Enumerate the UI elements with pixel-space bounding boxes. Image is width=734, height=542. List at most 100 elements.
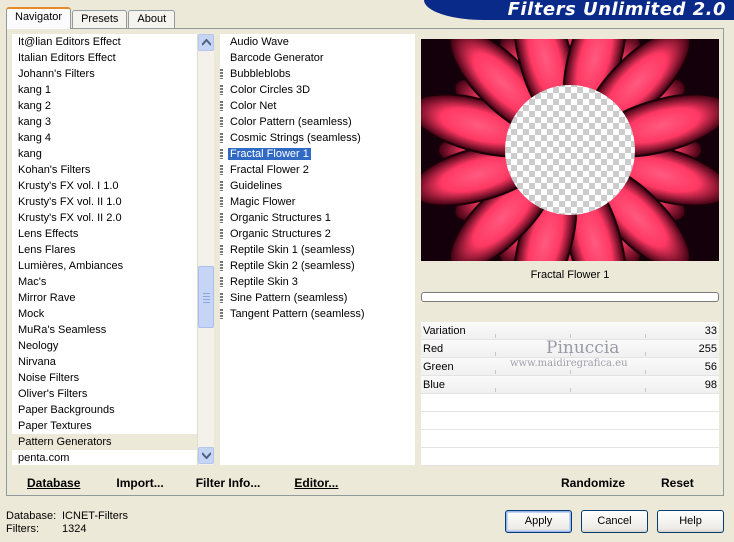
- tab-about[interactable]: About: [128, 10, 176, 29]
- reset-button[interactable]: Reset: [661, 476, 694, 490]
- filter-item[interactable]: Guidelines: [220, 178, 415, 194]
- import-button[interactable]: Import...: [116, 476, 163, 490]
- filter-item[interactable]: Cosmic Strings (seamless): [220, 130, 415, 146]
- category-item[interactable]: Krusty's FX vol. II 2.0: [12, 210, 197, 226]
- category-list[interactable]: It@lian Editors Effect Italian Editors Ef…: [12, 34, 197, 465]
- category-item[interactable]: Krusty's FX vol. I 1.0: [12, 178, 197, 194]
- filter-marker-icon: [220, 309, 223, 319]
- param-value: 255: [698, 343, 717, 355]
- category-item[interactable]: Lumières, Ambiances: [12, 258, 197, 274]
- filter-item[interactable]: Reptile Skin 3: [220, 274, 415, 290]
- database-button[interactable]: Database: [27, 476, 80, 490]
- category-item[interactable]: kang 2: [12, 98, 197, 114]
- category-item[interactable]: Lens Flares: [12, 242, 197, 258]
- param-row-green[interactable]: Green 56: [421, 358, 719, 376]
- scroll-down-button[interactable]: [198, 447, 214, 464]
- param-name: Green: [423, 361, 454, 373]
- filter-item[interactable]: Organic Structures 2: [220, 226, 415, 242]
- filter-label: Barcode Generator: [230, 52, 324, 64]
- banner-title: Filters Unlimited 2.0: [507, 0, 726, 20]
- status-filters-label: Filters:: [6, 523, 39, 535]
- category-item[interactable]: Mock: [12, 306, 197, 322]
- filter-item[interactable]: Reptile Skin 2 (seamless): [220, 258, 415, 274]
- filter-item[interactable]: Sine Pattern (seamless): [220, 290, 415, 306]
- filter-marker-icon: [220, 181, 223, 191]
- filter-item[interactable]: Bubbleblobs: [220, 66, 415, 82]
- category-item[interactable]: Noise Filters: [12, 370, 197, 386]
- category-item[interactable]: kang 4: [12, 130, 197, 146]
- tab-presets[interactable]: Presets: [72, 10, 128, 29]
- filter-marker-icon: [220, 101, 223, 111]
- filter-label: Color Pattern (seamless): [230, 116, 352, 128]
- preview-caption: Fractal Flower 1: [530, 269, 610, 281]
- param-row-blue[interactable]: Blue 98: [421, 376, 719, 394]
- param-row-red[interactable]: Red 255: [421, 340, 719, 358]
- category-item[interactable]: penta.com: [12, 450, 197, 465]
- status-filters-value: 1324: [62, 523, 87, 535]
- navigator-panel: It@lian Editors Effect Italian Editors Ef…: [6, 28, 724, 496]
- filter-item[interactable]: Color Circles 3D: [220, 82, 415, 98]
- filter-item[interactable]: Color Net: [220, 98, 415, 114]
- filter-label: Color Net: [230, 100, 277, 112]
- filter-item[interactable]: Fractal Flower 1: [220, 146, 415, 162]
- category-item[interactable]: Oliver's Filters: [12, 386, 197, 402]
- filter-item[interactable]: Audio Wave: [220, 34, 415, 50]
- category-item[interactable]: kang 3: [12, 114, 197, 130]
- category-item[interactable]: Krusty's FX vol. II 1.0: [12, 194, 197, 210]
- filter-label: Reptile Skin 2 (seamless): [230, 260, 355, 272]
- category-item[interactable]: Kohan's Filters: [12, 162, 197, 178]
- category-item[interactable]: Pattern Generators: [12, 434, 197, 450]
- filter-label: Organic Structures 1: [230, 212, 331, 224]
- category-item[interactable]: Mac's: [12, 274, 197, 290]
- randomize-button[interactable]: Randomize: [561, 476, 625, 490]
- filter-item[interactable]: Tangent Pattern (seamless): [220, 306, 415, 322]
- filter-marker-icon: [220, 133, 223, 143]
- category-item[interactable]: kang: [12, 146, 197, 162]
- category-scrollbar[interactable]: [197, 34, 214, 465]
- filter-item[interactable]: Organic Structures 1: [220, 210, 415, 226]
- param-name: Variation: [423, 325, 466, 337]
- cancel-button[interactable]: Cancel: [581, 510, 648, 533]
- status-database-value: ICNET-Filters: [62, 510, 128, 522]
- scroll-thumb[interactable]: [198, 266, 214, 328]
- category-item[interactable]: Paper Backgrounds: [12, 402, 197, 418]
- category-item[interactable]: Lens Effects: [12, 226, 197, 242]
- category-item[interactable]: kang 1: [12, 82, 197, 98]
- filter-label: Sine Pattern (seamless): [230, 292, 348, 304]
- category-item[interactable]: Nirvana: [12, 354, 197, 370]
- filter-marker-icon: [220, 85, 223, 95]
- filter-label: Cosmic Strings (seamless): [230, 132, 361, 144]
- filter-item[interactable]: Color Pattern (seamless): [220, 114, 415, 130]
- filter-item[interactable]: Barcode Generator: [220, 50, 415, 66]
- filter-marker-icon: [220, 149, 223, 159]
- filter-label: Fractal Flower 1: [228, 148, 311, 160]
- filter-list[interactable]: Audio Wave Barcode Generator Bubbleblobs Co…: [220, 34, 415, 465]
- category-item[interactable]: Paper Textures: [12, 418, 197, 434]
- filter-marker-icon: [220, 229, 223, 239]
- param-name: Red: [423, 343, 444, 355]
- category-item[interactable]: MuRa's Seamless: [12, 322, 197, 338]
- param-row-empty: [421, 412, 719, 430]
- filter-label: Audio Wave: [230, 36, 289, 48]
- filter-item[interactable]: Magic Flower: [220, 194, 415, 210]
- chevron-down-icon: [202, 452, 211, 459]
- filter-item[interactable]: Fractal Flower 2: [220, 162, 415, 178]
- status-panel: Database: ICNET-Filters Filters: 1324: [6, 510, 128, 536]
- filter-marker-icon: [220, 69, 223, 79]
- category-item[interactable]: Mirror Rave: [12, 290, 197, 306]
- filter-marker-icon: [220, 165, 223, 175]
- filter-item[interactable]: Reptile Skin 1 (seamless): [220, 242, 415, 258]
- tab-navigator[interactable]: Navigator: [6, 7, 72, 29]
- category-item[interactable]: Italian Editors Effect: [12, 50, 197, 66]
- filter-info-button[interactable]: Filter Info...: [196, 476, 261, 490]
- scroll-up-button[interactable]: [198, 34, 214, 51]
- param-row-variation[interactable]: Variation 33: [421, 322, 719, 340]
- status-database-label: Database:: [6, 510, 57, 522]
- apply-button[interactable]: Apply: [505, 510, 572, 533]
- category-item[interactable]: Neology: [12, 338, 197, 354]
- category-item[interactable]: Johann's Filters: [12, 66, 197, 82]
- command-bar-left: Database Import... Filter Info... Editor…: [27, 473, 338, 493]
- editor-button[interactable]: Editor...: [294, 476, 338, 490]
- category-item[interactable]: It@lian Editors Effect: [12, 34, 197, 50]
- help-button[interactable]: Help: [657, 510, 724, 533]
